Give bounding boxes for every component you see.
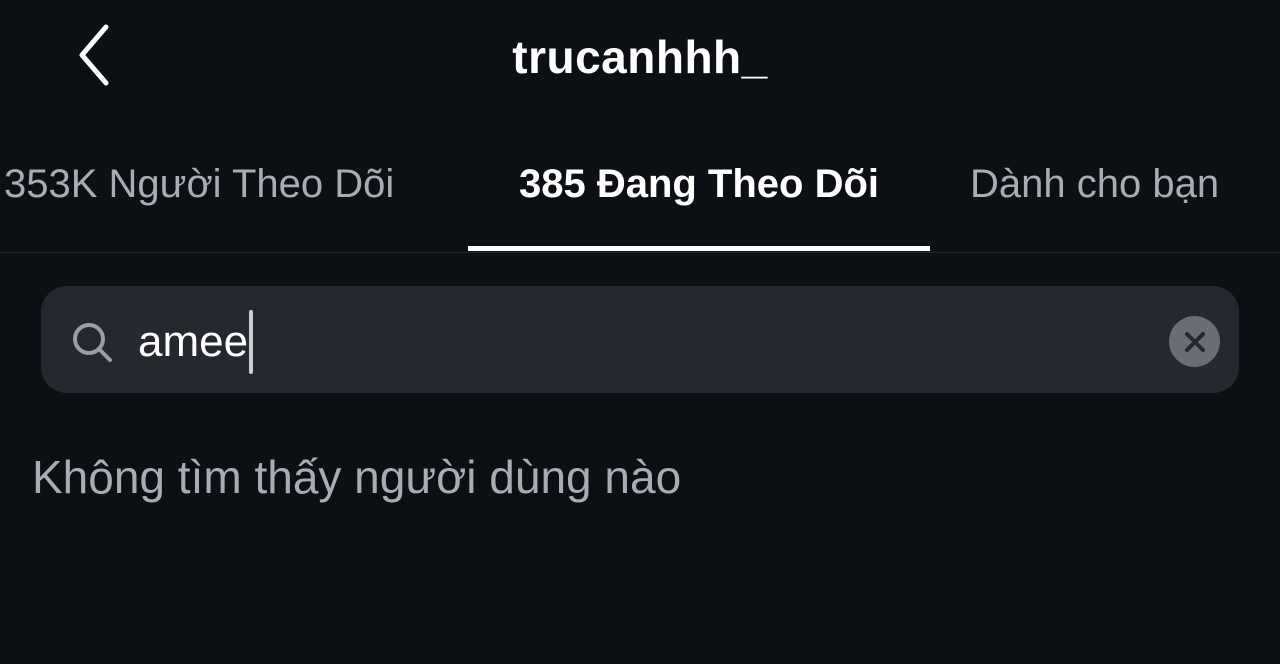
top-bar: trucanhhh_: [0, 0, 1280, 120]
tab-followers[interactable]: 353K Người Theo Dõi: [4, 162, 394, 207]
profile-username-title: trucanhhh_: [512, 31, 768, 83]
tab-following[interactable]: 385 Đang Theo Dõi: [468, 162, 930, 207]
search-input[interactable]: amee: [138, 310, 254, 374]
tab-for-you[interactable]: Dành cho bạn: [970, 162, 1219, 207]
search-icon: [73, 323, 112, 362]
active-tab-indicator: [468, 246, 930, 251]
no-results-message: Không tìm thấy người dùng nào: [32, 451, 682, 503]
close-icon: [1184, 331, 1205, 352]
tab-bar: 353K Người Theo Dõi 385 Đang Theo Dõi Dà…: [0, 150, 1280, 253]
clear-search-button[interactable]: [1169, 316, 1220, 367]
following-list-screen: trucanhhh_ 353K Người Theo Dõi 385 Đang …: [0, 0, 1280, 664]
search-input-value: amee: [138, 317, 249, 366]
text-caret: [249, 310, 254, 374]
